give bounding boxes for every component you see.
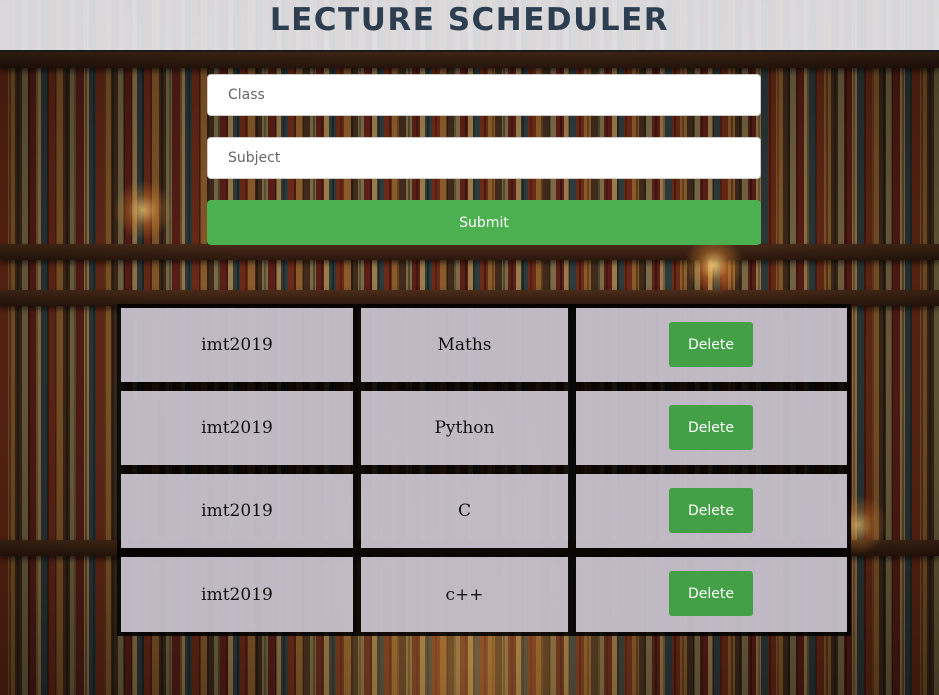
page-header: LECTURE SCHEDULER [0,0,939,52]
class-cell: imt2019 [121,557,353,632]
subject-cell: Python [361,391,568,465]
subject-cell: c++ [361,557,568,632]
class-cell: imt2019 [121,308,353,382]
subject-cell: Maths [361,308,568,382]
delete-button[interactable]: Delete [669,571,753,616]
submit-button[interactable]: Submit [207,200,761,245]
class-cell: imt2019 [121,391,353,465]
candle-glow [113,180,173,240]
background-shelf [0,244,939,260]
class-cell: imt2019 [121,474,353,548]
subject-cell: C [361,474,568,548]
delete-button[interactable]: Delete [669,405,753,450]
delete-button[interactable]: Delete [669,322,753,367]
lecture-table: imt2019 Maths Delete imt2019 Python Dele… [117,304,851,636]
delete-button[interactable]: Delete [669,488,753,533]
background-shelf [0,52,939,68]
class-input[interactable] [207,74,761,116]
page-title: LECTURE SCHEDULER [269,2,670,38]
subject-input[interactable] [207,137,761,179]
